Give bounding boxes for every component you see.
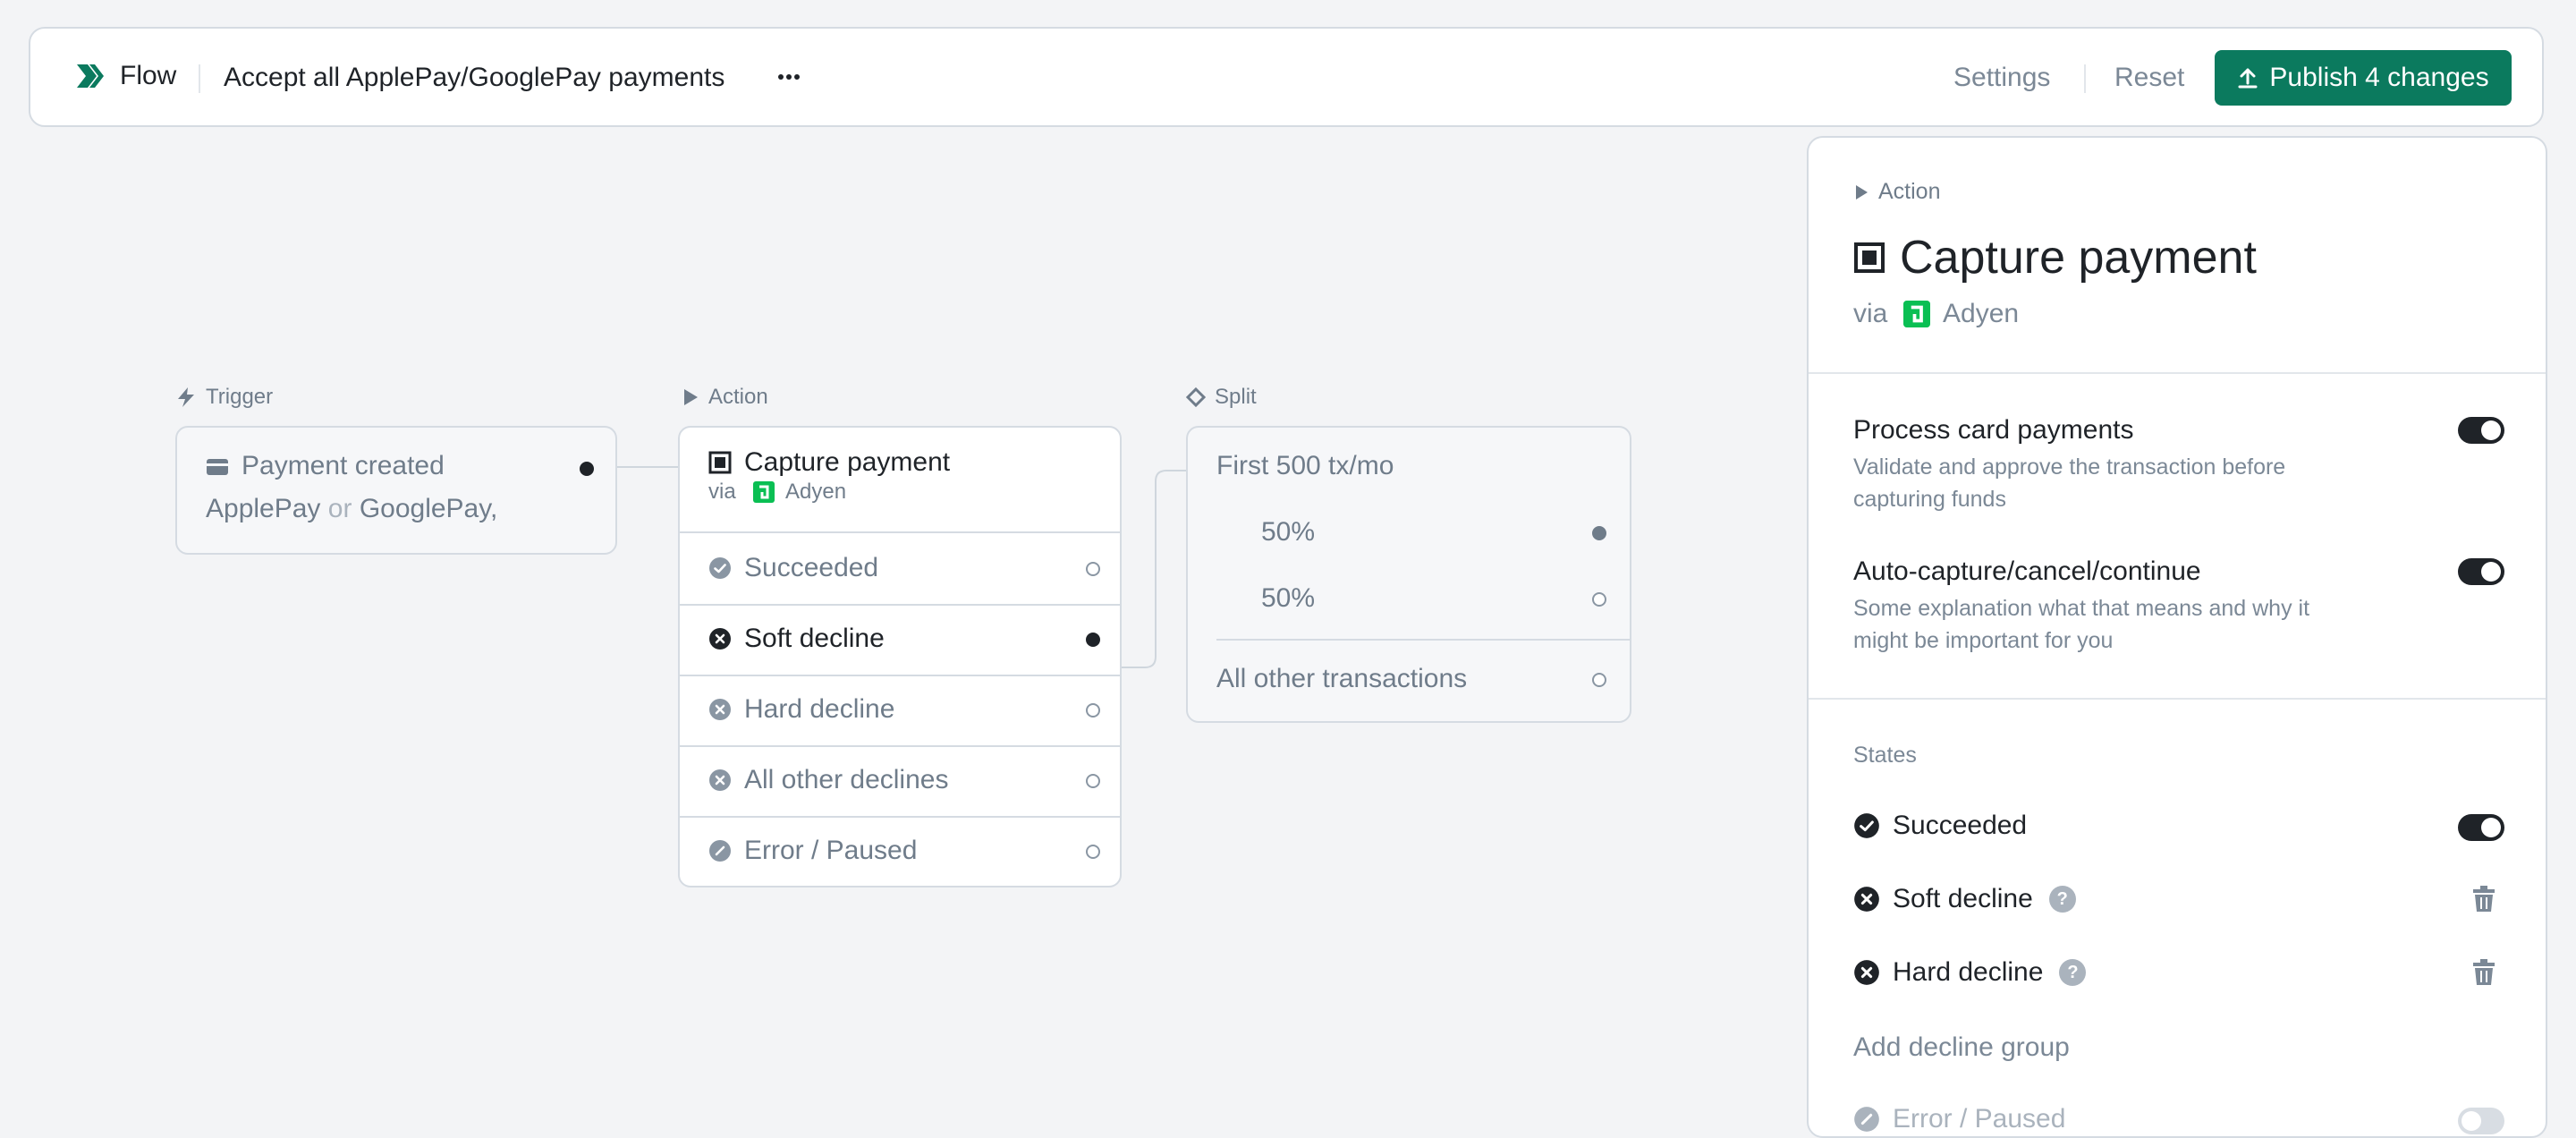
split-other: All other transactions bbox=[1216, 664, 1468, 693]
adyen-logo-icon bbox=[753, 481, 775, 503]
action-node[interactable]: Capture payment via Adyen Succeeded Soft … bbox=[678, 426, 1122, 887]
slash-circle-icon bbox=[1853, 1106, 1880, 1133]
reset-link[interactable]: Reset bbox=[2114, 63, 2184, 93]
outcome-outlet[interactable] bbox=[1086, 703, 1100, 718]
error-paused-toggle[interactable] bbox=[2458, 1108, 2504, 1134]
panel-via: via bbox=[1853, 299, 1888, 328]
setting-description: Validate and approve the transaction bef… bbox=[1853, 454, 2286, 512]
process-card-payments-toggle[interactable] bbox=[2458, 417, 2504, 444]
divider bbox=[1809, 372, 2546, 374]
diamond-icon bbox=[1186, 387, 1206, 407]
setting-title: Process card payments bbox=[1853, 415, 2134, 445]
outcome-row[interactable]: Hard decline bbox=[680, 675, 1120, 745]
outcome-label: Hard decline bbox=[744, 694, 895, 724]
upload-icon bbox=[2237, 66, 2258, 89]
trigger-outlet[interactable] bbox=[580, 462, 594, 476]
x-circle-icon bbox=[708, 627, 732, 650]
outcome-label: Error / Paused bbox=[744, 836, 918, 865]
trash-icon bbox=[2473, 886, 2495, 912]
outcome-outlet[interactable] bbox=[1086, 845, 1100, 859]
branch-2-outlet[interactable] bbox=[1592, 592, 1606, 607]
states-heading: States bbox=[1853, 743, 1917, 768]
auto-capture-toggle[interactable] bbox=[2458, 558, 2504, 585]
outcome-outlet[interactable] bbox=[1086, 633, 1100, 647]
trigger-title: Payment created bbox=[242, 451, 445, 480]
branch-1-outlet[interactable] bbox=[1592, 526, 1606, 540]
x-circle-icon bbox=[708, 698, 732, 721]
play-icon bbox=[682, 387, 699, 407]
add-decline-group-link[interactable]: Add decline group bbox=[1853, 1032, 2070, 1063]
inspector-panel: Action Capture payment via Adyen Process… bbox=[1807, 136, 2547, 1138]
state-error-paused: Error / Paused bbox=[1853, 1104, 2065, 1134]
outcome-outlet[interactable] bbox=[1086, 562, 1100, 576]
trigger-label: Trigger bbox=[175, 385, 273, 410]
setting-description: Some explanation what that means and why… bbox=[1853, 596, 2310, 653]
outcome-row[interactable]: Soft decline bbox=[680, 604, 1120, 675]
check-circle-icon bbox=[708, 556, 732, 580]
card-icon bbox=[206, 458, 229, 476]
trigger-conditions: ApplePay or GooglePay, bbox=[206, 494, 498, 523]
x-circle-icon bbox=[1853, 959, 1880, 986]
settings-link[interactable]: Settings bbox=[1953, 63, 2050, 93]
split-branch-1: 50% bbox=[1261, 517, 1316, 547]
split-branch-2: 50% bbox=[1261, 583, 1316, 613]
divider bbox=[680, 816, 1120, 818]
state-succeeded: Succeeded bbox=[1853, 811, 2027, 841]
capture-icon bbox=[708, 451, 732, 474]
delete-soft-decline-button[interactable] bbox=[2472, 886, 2496, 913]
trigger-node[interactable]: Payment created ApplePay or GooglePay, bbox=[175, 426, 617, 555]
divider bbox=[680, 604, 1120, 606]
help-icon[interactable]: ? bbox=[2048, 886, 2076, 913]
check-circle-icon bbox=[1853, 812, 1880, 839]
divider bbox=[680, 675, 1120, 676]
divider bbox=[680, 745, 1120, 747]
action-via: via bbox=[708, 480, 736, 504]
delete-hard-decline-button[interactable] bbox=[2472, 959, 2496, 986]
publish-label: Publish 4 changes bbox=[2269, 63, 2489, 92]
split-label: Split bbox=[1186, 385, 1257, 410]
action-label: Action bbox=[682, 385, 768, 410]
state-soft-decline: Soft decline ? bbox=[1853, 884, 2076, 914]
setting-title: Auto-capture/cancel/continue bbox=[1853, 556, 2201, 586]
capture-icon bbox=[1853, 242, 1885, 274]
outcome-label: Succeeded bbox=[744, 553, 879, 582]
adyen-logo-icon bbox=[1903, 301, 1930, 327]
panel-title: Capture payment bbox=[1853, 231, 2257, 284]
x-circle-icon bbox=[708, 769, 732, 792]
publish-button[interactable]: Publish 4 changes bbox=[2215, 50, 2512, 106]
outcome-outlet[interactable] bbox=[1086, 774, 1100, 788]
outcome-row[interactable]: All other declines bbox=[680, 745, 1120, 816]
action-provider: Adyen bbox=[785, 480, 847, 504]
panel-provider: Adyen bbox=[1943, 299, 2020, 328]
play-icon bbox=[1853, 183, 1869, 201]
split-node[interactable]: First 500 tx/mo 50% 50% All other transa… bbox=[1186, 426, 1631, 723]
outcome-row[interactable]: Succeeded bbox=[680, 533, 1120, 604]
outcome-label: Soft decline bbox=[744, 624, 885, 653]
succeeded-toggle[interactable] bbox=[2458, 814, 2504, 841]
other-outlet[interactable] bbox=[1592, 673, 1606, 687]
state-hard-decline: Hard decline ? bbox=[1853, 957, 2087, 988]
trash-icon bbox=[2473, 959, 2495, 985]
outcome-label: All other declines bbox=[744, 765, 949, 794]
divider bbox=[1216, 639, 1630, 641]
x-circle-icon bbox=[1853, 886, 1880, 913]
action-title: Capture payment bbox=[744, 447, 951, 477]
slash-circle-icon bbox=[708, 839, 732, 862]
split-group-title: First 500 tx/mo bbox=[1216, 451, 1394, 480]
help-icon[interactable]: ? bbox=[2059, 959, 2087, 986]
divider bbox=[2084, 64, 2086, 93]
panel-breadcrumb[interactable]: Action bbox=[1853, 179, 1940, 205]
bolt-icon bbox=[175, 386, 197, 408]
outcome-row[interactable]: Error / Paused bbox=[680, 816, 1120, 887]
divider bbox=[1809, 698, 2546, 700]
